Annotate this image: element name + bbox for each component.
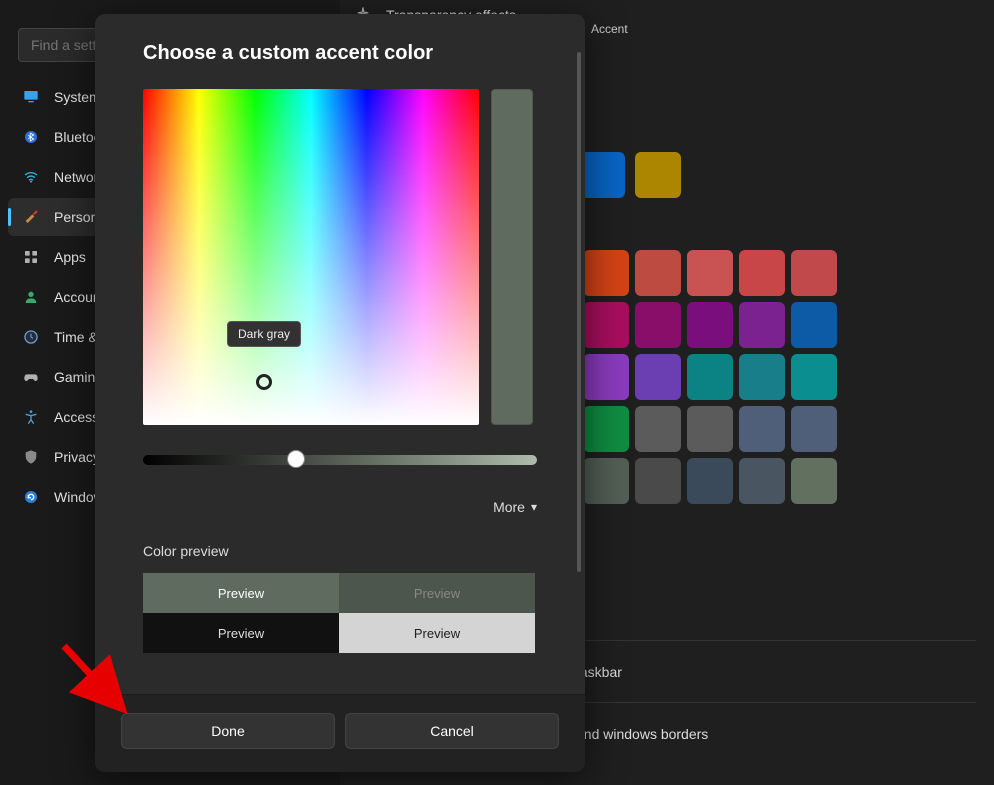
color-swatch[interactable] <box>635 354 681 400</box>
bluetooth-icon <box>22 128 40 146</box>
color-swatch[interactable] <box>635 302 681 348</box>
color-swatch[interactable] <box>791 250 837 296</box>
color-swatch[interactable] <box>635 406 681 452</box>
color-swatch[interactable] <box>687 302 733 348</box>
color-spectrum[interactable]: Dark gray <box>143 89 479 425</box>
color-swatch[interactable] <box>583 406 629 452</box>
person-icon <box>22 288 40 306</box>
color-swatch[interactable] <box>687 250 733 296</box>
more-toggle[interactable]: More ▾ <box>143 499 537 515</box>
sidebar-item-label: Privacy <box>54 449 100 465</box>
color-swatch[interactable] <box>583 250 629 296</box>
brush-icon <box>22 208 40 226</box>
color-swatch[interactable] <box>791 354 837 400</box>
color-swatch[interactable] <box>739 406 785 452</box>
color-swatch[interactable] <box>635 152 681 198</box>
color-swatch[interactable] <box>739 250 785 296</box>
color-preview-grid: Preview Preview Preview Preview <box>143 573 535 653</box>
color-swatch[interactable] <box>635 458 681 504</box>
color-swatch[interactable] <box>739 354 785 400</box>
windows-colors-grid <box>583 250 837 504</box>
preview-cell-accent-dim: Preview <box>339 573 535 613</box>
sidebar-item-label: System <box>54 89 101 105</box>
color-swatch[interactable] <box>687 458 733 504</box>
color-swatch[interactable] <box>583 458 629 504</box>
preview-cell-light: Preview <box>339 613 535 653</box>
clock-icon <box>22 328 40 346</box>
monitor-icon <box>22 88 40 106</box>
color-swatch[interactable] <box>791 406 837 452</box>
accent-label: Accent <box>591 22 628 36</box>
color-preview-label: Color preview <box>143 543 537 559</box>
accessibility-icon <box>22 408 40 426</box>
color-swatch[interactable] <box>739 302 785 348</box>
update-icon <box>22 488 40 506</box>
scrollbar[interactable] <box>577 52 581 572</box>
preview-cell-accent-dark: Preview <box>143 573 339 613</box>
divider <box>576 702 976 703</box>
color-preview-strip <box>491 89 533 425</box>
color-swatch[interactable] <box>583 302 629 348</box>
color-swatch[interactable] <box>635 250 681 296</box>
color-swatch[interactable] <box>791 458 837 504</box>
borders-option-label: and windows borders <box>576 726 708 742</box>
shield-icon <box>22 448 40 466</box>
value-slider[interactable] <box>143 455 537 465</box>
color-swatch[interactable] <box>687 406 733 452</box>
divider <box>576 640 976 641</box>
dialog-footer: Done Cancel <box>95 694 585 772</box>
color-swatch[interactable] <box>687 354 733 400</box>
color-swatch[interactable] <box>579 152 625 198</box>
color-swatch[interactable] <box>739 458 785 504</box>
sidebar-item-label: Apps <box>54 249 86 265</box>
slider-thumb[interactable] <box>287 450 305 468</box>
preview-cell-dark: Preview <box>143 613 339 653</box>
color-cursor[interactable] <box>256 374 272 390</box>
more-label: More <box>493 499 525 515</box>
color-swatch[interactable] <box>791 302 837 348</box>
done-button[interactable]: Done <box>121 713 335 749</box>
dialog-title: Choose a custom accent color <box>143 42 537 65</box>
color-picker-dialog: Choose a custom accent color Dark gray M… <box>95 14 585 772</box>
chevron-down-icon: ▾ <box>531 500 537 514</box>
recent-colors-row <box>579 152 681 198</box>
apps-icon <box>22 248 40 266</box>
wifi-icon <box>22 168 40 186</box>
gamepad-icon <box>22 368 40 386</box>
color-swatch[interactable] <box>583 354 629 400</box>
color-tooltip: Dark gray <box>227 321 301 347</box>
cancel-button[interactable]: Cancel <box>345 713 559 749</box>
